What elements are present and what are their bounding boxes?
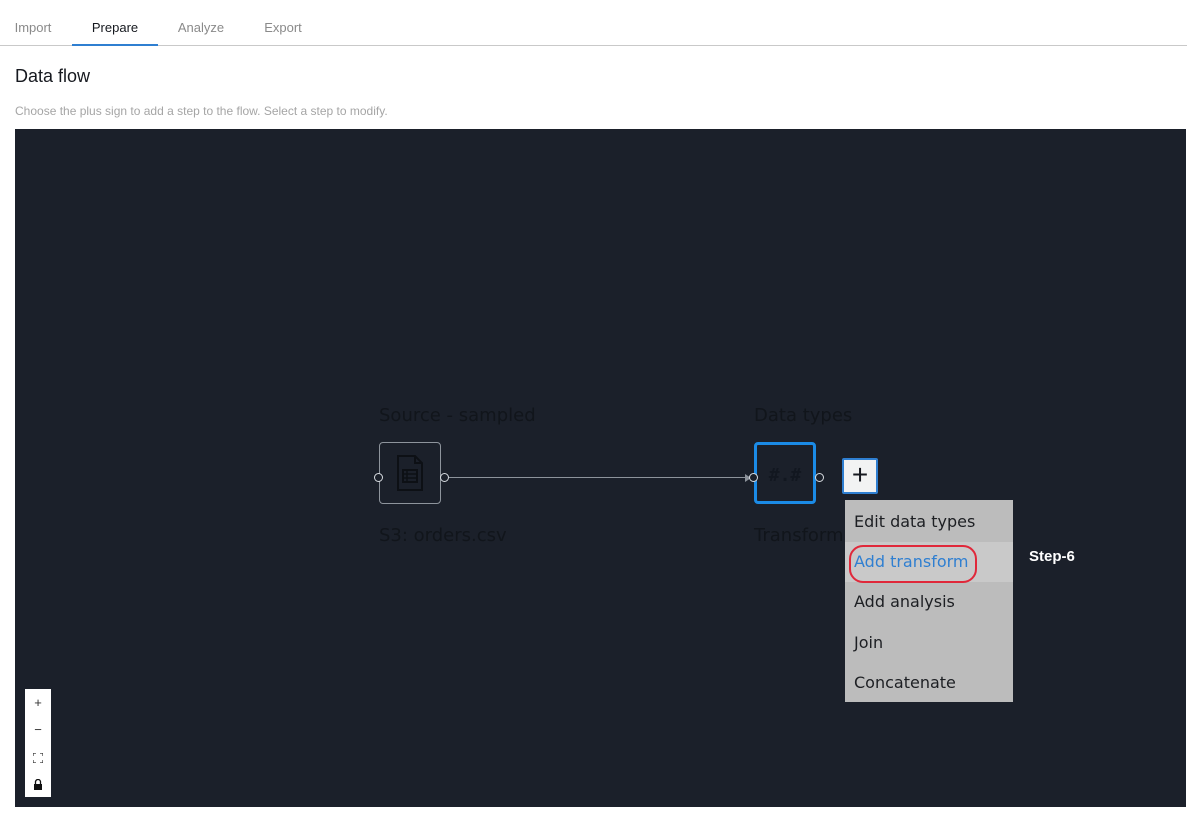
data-types-icon: #.#	[768, 465, 802, 486]
flow-canvas[interactable]: Source - sampled S3: orders.csv Data typ…	[15, 129, 1186, 807]
zoom-in-button[interactable]: +	[25, 689, 51, 716]
add-step-menu: Edit data types Add transform Add analys…	[845, 500, 1013, 702]
step-annotation-label: Step-6	[1029, 548, 1075, 565]
tab-export[interactable]: Export	[250, 0, 316, 45]
page-title: Data flow	[15, 66, 91, 86]
tab-prepare[interactable]: Prepare	[72, 0, 158, 46]
lock-icon	[34, 778, 42, 791]
source-node[interactable]	[379, 442, 441, 504]
data-types-node[interactable]: #.#	[754, 442, 816, 504]
highlight-ring	[849, 545, 977, 583]
types-node-caption: Transform	[754, 525, 844, 546]
source-input-port[interactable]	[374, 473, 383, 482]
source-node-caption: S3: orders.csv	[379, 525, 507, 546]
fit-view-icon	[32, 751, 44, 764]
menu-item-concatenate[interactable]: Concatenate	[845, 663, 1013, 703]
flow-edge	[449, 477, 745, 478]
zoom-controls: + −	[25, 689, 51, 797]
menu-item-join[interactable]: Join	[845, 623, 1013, 663]
menu-item-edit-data-types[interactable]: Edit data types	[845, 502, 1013, 542]
add-step-button[interactable]: +	[842, 458, 878, 494]
tab-import[interactable]: Import	[0, 0, 66, 45]
types-node-title: Data types	[754, 405, 853, 426]
types-output-port[interactable]	[815, 473, 824, 482]
csv-file-icon	[397, 455, 423, 491]
menu-item-add-analysis[interactable]: Add analysis	[845, 582, 1013, 622]
top-tab-bar: Import Prepare Analyze Export	[0, 0, 1187, 46]
tab-analyze[interactable]: Analyze	[166, 0, 236, 45]
zoom-out-button[interactable]: −	[25, 716, 51, 743]
menu-item-add-transform[interactable]: Add transform	[845, 542, 1013, 583]
lock-button[interactable]	[25, 770, 51, 797]
page-subtitle: Choose the plus sign to add a step to th…	[15, 104, 388, 118]
types-input-port[interactable]	[749, 473, 758, 482]
fit-view-button[interactable]	[25, 743, 51, 770]
source-node-title: Source - sampled	[379, 405, 536, 426]
source-output-port[interactable]	[440, 473, 449, 482]
